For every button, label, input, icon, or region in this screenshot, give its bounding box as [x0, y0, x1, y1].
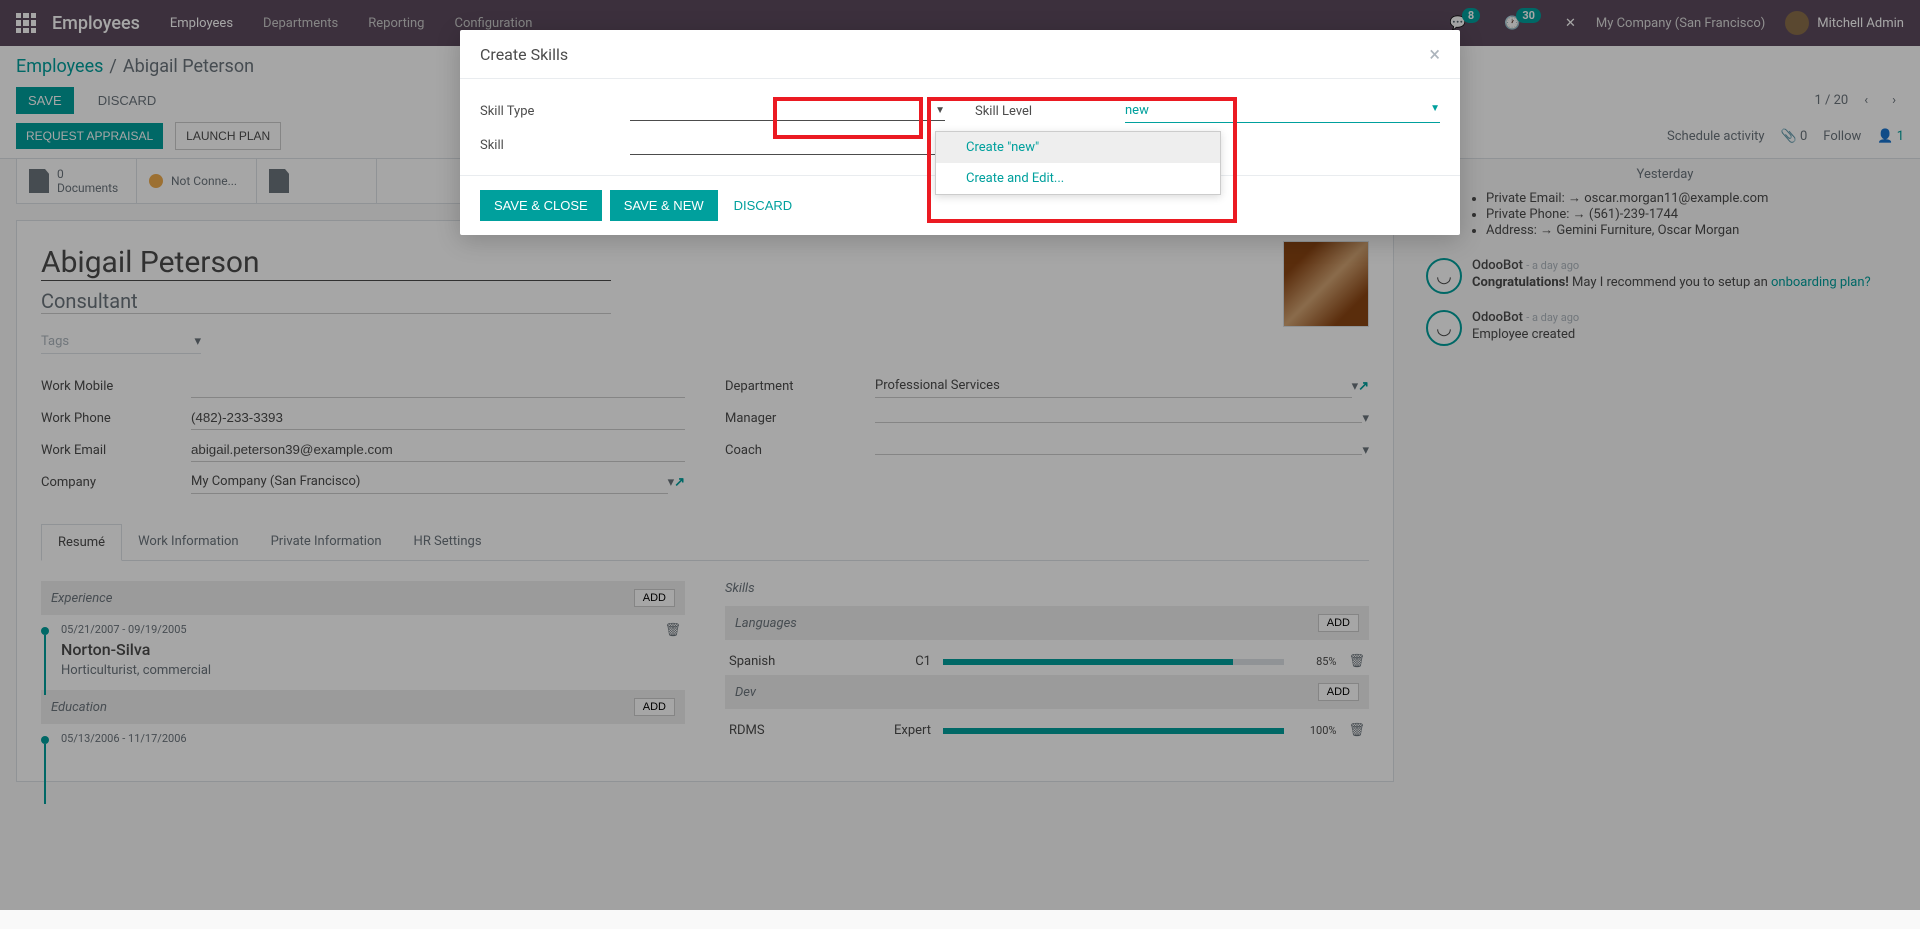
save-new-button[interactable]: SAVE & NEW: [610, 190, 718, 221]
caret-down-icon: ▼: [1430, 103, 1440, 118]
save-close-button[interactable]: SAVE & CLOSE: [480, 190, 602, 221]
close-icon[interactable]: ×: [1429, 42, 1440, 66]
caret-down-icon: ▼: [935, 105, 945, 116]
skill-type-label: Skill Type: [480, 104, 630, 119]
skill-level-input[interactable]: new▼: [1125, 99, 1440, 123]
discard-modal-button[interactable]: DISCARD: [734, 198, 793, 213]
skill-input[interactable]: ▼: [630, 135, 945, 155]
dropdown-create-new[interactable]: Create "new": [936, 132, 1220, 163]
skill-type-input[interactable]: ▼: [630, 101, 945, 121]
dropdown-create-edit[interactable]: Create and Edit...: [936, 163, 1220, 194]
skill-label: Skill: [480, 138, 630, 153]
modal-title: Create Skills: [480, 45, 568, 64]
skill-level-label: Skill Level: [975, 104, 1125, 119]
skill-level-dropdown: Create "new" Create and Edit...: [935, 131, 1221, 195]
